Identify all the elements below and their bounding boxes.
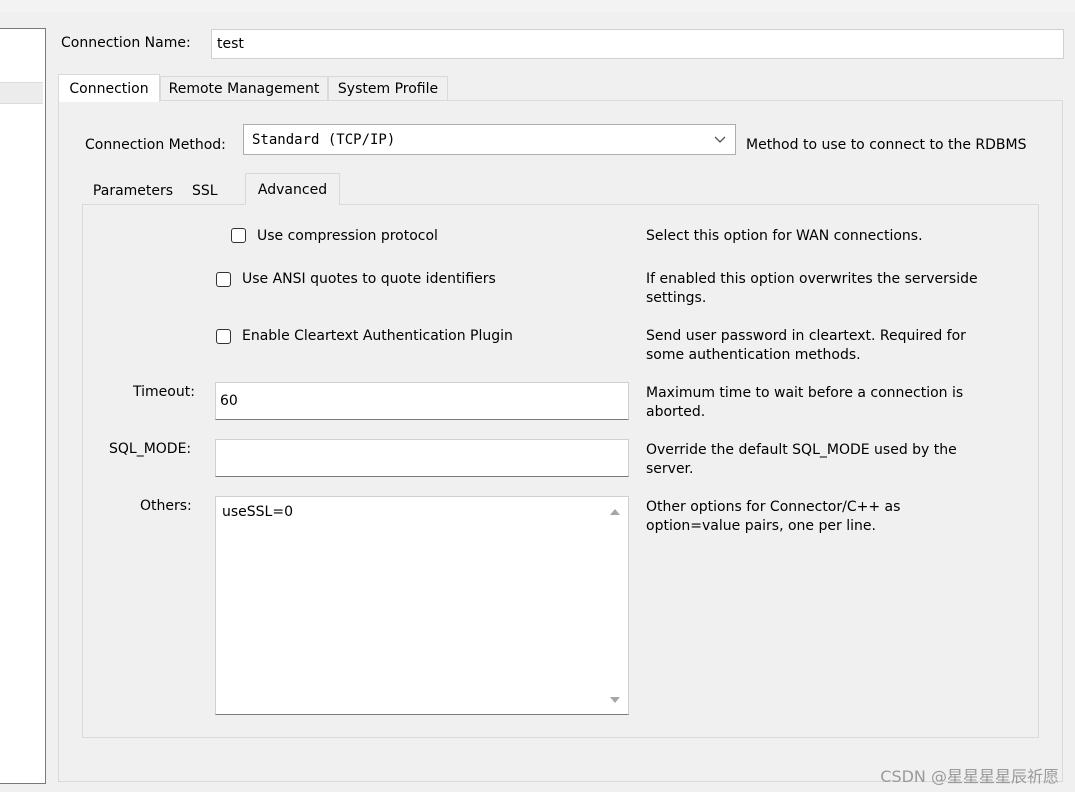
chevron-down-icon (714, 136, 726, 143)
tab-advanced-label: Advanced (257, 181, 328, 198)
connection-list-panel[interactable] (0, 28, 46, 784)
scroll-up-icon[interactable] (610, 509, 620, 515)
tab-system-profile-label: System Profile (337, 80, 439, 97)
connection-name-value: test (217, 36, 244, 52)
sql-mode-label: SQL_MODE: (109, 441, 192, 457)
sql-mode-description: Override the default SQL_MODE used by th… (646, 442, 957, 477)
cleartext-description: Send user password in cleartext. Require… (646, 328, 966, 363)
connection-method-label: Connection Method: (85, 137, 226, 153)
sql-mode-field[interactable] (215, 439, 629, 477)
tab-system-profile[interactable]: System Profile (328, 76, 448, 101)
compression-checkbox[interactable] (231, 228, 246, 243)
compression-description: Select this option for WAN connections. (646, 228, 923, 244)
tab-parameters[interactable]: Parameters (84, 177, 182, 205)
tab-parameters-label: Parameters (92, 183, 174, 199)
timeout-label: Timeout: (133, 384, 195, 400)
tab-connection[interactable]: Connection (58, 74, 160, 102)
ansi-quotes-checkbox[interactable] (216, 272, 231, 287)
scroll-down-icon[interactable] (610, 697, 620, 703)
timeout-description: Maximum time to wait before a connection… (646, 385, 964, 420)
tab-advanced[interactable]: Advanced (245, 173, 340, 205)
cleartext-label: Enable Cleartext Authentication Plugin (242, 328, 513, 344)
connection-list-selected-item[interactable] (0, 82, 43, 104)
tab-remote-management[interactable]: Remote Management (160, 76, 328, 101)
connection-method-description: Method to use to connect to the RDBMS (746, 137, 1027, 153)
others-textarea[interactable]: useSSL=0 (215, 496, 629, 715)
connection-method-value: Standard (TCP/IP) (252, 131, 396, 148)
watermark: CSDN @星星星星辰祈愿 (880, 767, 1059, 786)
top-strip (0, 0, 1075, 12)
ansi-quotes-description: If enabled this option overwrites the se… (646, 271, 978, 306)
tab-ssl-label: SSL (192, 183, 218, 199)
connection-method-select[interactable]: Standard (TCP/IP) (243, 124, 736, 155)
others-label: Others: (140, 498, 192, 514)
connection-name-label: Connection Name: (61, 35, 191, 51)
tab-ssl[interactable]: SSL (182, 177, 246, 205)
cleartext-checkbox[interactable] (216, 329, 231, 344)
tab-connection-label: Connection (69, 80, 149, 97)
others-description: Other options for Connector/C++ as optio… (646, 499, 901, 534)
connection-name-field[interactable]: test (211, 29, 1064, 59)
timeout-value: 60 (220, 393, 238, 409)
ansi-quotes-label: Use ANSI quotes to quote identifiers (242, 271, 496, 287)
others-value: useSSL=0 (222, 504, 293, 520)
compression-label: Use compression protocol (257, 228, 438, 244)
tab-remote-management-label: Remote Management (168, 80, 320, 97)
timeout-field[interactable]: 60 (215, 382, 629, 420)
